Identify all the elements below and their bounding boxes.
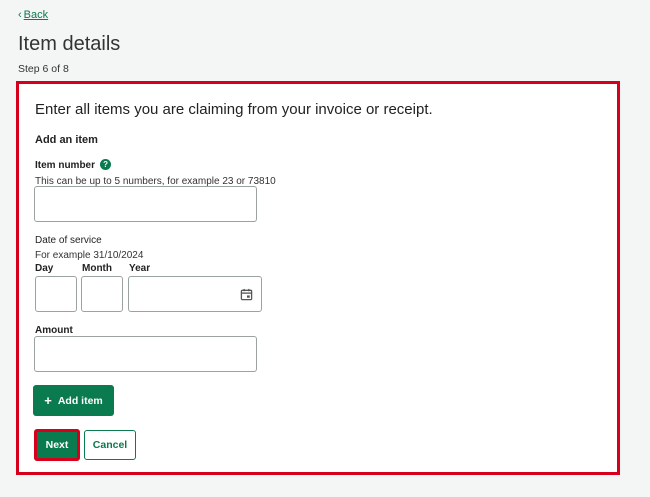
add-item-label: Add item <box>57 394 103 407</box>
item-number-label: Item number? <box>35 159 112 172</box>
year-label: Year <box>129 263 151 274</box>
month-label: Month <box>82 263 112 274</box>
amount-label: Amount <box>35 325 73 336</box>
question-circle-icon[interactable]: ? <box>100 159 112 170</box>
calendar-icon[interactable] <box>240 288 253 301</box>
next-button[interactable]: Next <box>34 429 80 461</box>
amount-input[interactable] <box>34 336 257 372</box>
date-of-service-label: Date of service <box>35 235 102 246</box>
form-intro: Enter all items you are claiming from yo… <box>35 101 433 118</box>
cancel-button[interactable]: Cancel <box>84 430 136 460</box>
add-item-button[interactable]: + Add item <box>33 385 114 416</box>
back-link-label: Back <box>23 9 49 21</box>
back-link[interactable]: ‹ Back <box>18 9 48 21</box>
section-heading: Add an item <box>35 134 98 146</box>
day-label: Day <box>35 263 54 274</box>
item-number-label-text: Item number <box>35 160 96 172</box>
day-input[interactable] <box>35 276 77 312</box>
date-of-service-hint: For example 31/10/2024 <box>35 250 144 261</box>
item-number-input[interactable] <box>34 186 257 222</box>
add-item-form-card: Enter all items you are claiming from yo… <box>16 81 620 475</box>
page-title: Item details <box>18 33 121 55</box>
step-indicator: Step 6 of 8 <box>18 63 69 75</box>
chevron-left-icon: ‹ <box>18 9 22 21</box>
plus-icon: + <box>44 393 52 408</box>
month-input[interactable] <box>81 276 123 312</box>
